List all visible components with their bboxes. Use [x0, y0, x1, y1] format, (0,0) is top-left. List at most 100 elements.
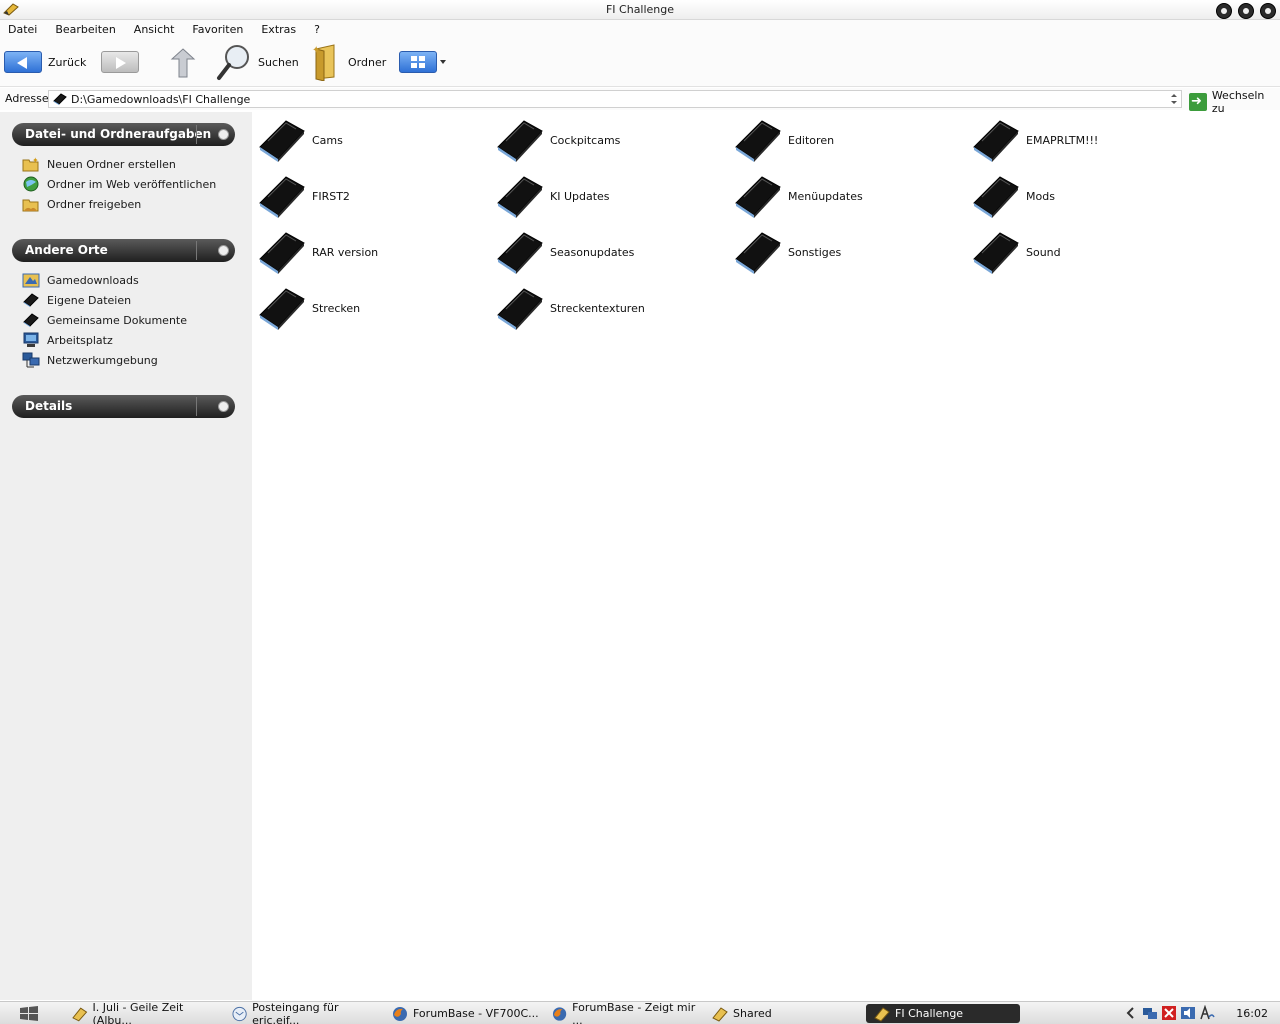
antivirus-icon[interactable] [1161, 1005, 1177, 1021]
volume-icon[interactable] [1180, 1005, 1196, 1021]
close-button[interactable] [1260, 3, 1276, 19]
collapse-icon[interactable] [218, 129, 229, 140]
folder-label: Sonstiges [788, 245, 842, 259]
menu-extras[interactable]: Extras [261, 20, 296, 39]
folder-icon [735, 232, 781, 274]
folder-icon [735, 176, 781, 218]
go-arrow-icon [1189, 93, 1207, 111]
folder-item[interactable]: Mods [970, 171, 1200, 221]
folders-icon: ✦ [312, 44, 335, 81]
task-new-folder[interactable]: ✦ Neuen Ordner erstellen [22, 154, 216, 174]
taskbar-item-label: ForumBase - Zeigt mir ... [572, 1000, 696, 1024]
folder-label: Editoren [788, 133, 835, 147]
taskbar-item[interactable]: Shared [712, 1004, 862, 1023]
expand-icon[interactable] [218, 401, 229, 412]
place-my-documents[interactable]: Eigene Dateien [22, 290, 187, 310]
folder-item[interactable]: KI Updates [494, 171, 724, 221]
folder-icon [973, 232, 1019, 274]
folder-item[interactable]: Menüupdates [732, 171, 962, 221]
display-icon[interactable] [1199, 1005, 1215, 1021]
forward-arrow-icon [116, 57, 126, 69]
folder-label: Cockpitcams [550, 133, 621, 147]
collapse-icon[interactable] [218, 245, 229, 256]
address-dropdown-icon[interactable] [1169, 92, 1179, 106]
up-button[interactable] [170, 47, 196, 79]
folder-item[interactable]: Editoren [732, 115, 962, 165]
folder-item[interactable]: Cockpitcams [494, 115, 724, 165]
maximize-button[interactable] [1238, 3, 1254, 19]
place-label: Arbeitsplatz [47, 333, 113, 347]
folder-label: FIRST2 [312, 189, 350, 203]
folder-item[interactable]: EMAPRLTM!!! [970, 115, 1200, 165]
search-icon [217, 45, 249, 80]
taskbar-item-label: ForumBase - VF700C... [413, 1007, 539, 1020]
folder-icon [712, 1006, 728, 1022]
menu-bar: Datei Bearbeiten Ansicht Favoriten Extra… [0, 20, 1280, 39]
panel-title-details: Details [25, 399, 73, 413]
network-icon[interactable] [1142, 1005, 1158, 1021]
folders-label: Ordner [348, 55, 387, 69]
taskbar-item[interactable]: I. Juli - Geile Zeit (Albu... [72, 1001, 222, 1024]
folder-item[interactable]: Sound [970, 227, 1200, 277]
folder-icon [497, 288, 543, 330]
folders-button[interactable]: ✦ Ordner [310, 43, 386, 81]
taskbar-item[interactable]: ForumBase - VF700C... [392, 1004, 542, 1023]
menu-datei[interactable]: Datei [8, 20, 37, 39]
panel-header-details[interactable]: Details [12, 395, 235, 418]
place-label: Netzwerkumgebung [47, 353, 158, 367]
chevron-down-icon[interactable] [440, 60, 446, 64]
window-title: FI Challenge [605, 3, 675, 16]
minimize-button[interactable] [1216, 3, 1232, 19]
taskbar-item[interactable]: Posteingang für eric.eif... [232, 1001, 382, 1024]
taskbar-item-active[interactable]: FI Challenge [866, 1004, 1020, 1023]
address-input[interactable]: D:\Gamedownloads\FI Challenge [48, 90, 1182, 108]
title-bar: FI Challenge [0, 0, 1280, 20]
taskbar-item[interactable]: ForumBase - Zeigt mir ... [552, 1000, 702, 1024]
place-label: Gamedownloads [47, 273, 139, 287]
start-button[interactable] [18, 1005, 40, 1021]
place-gamedownloads[interactable]: Gamedownloads [22, 270, 187, 290]
panel-header-places[interactable]: Andere Orte [12, 239, 235, 262]
place-label: Eigene Dateien [47, 293, 132, 307]
web-publish-icon [23, 176, 39, 192]
view-button[interactable] [399, 51, 446, 73]
task-list: ✦ Neuen Ordner erstellen Ordner im Web v… [22, 154, 216, 214]
menu-help[interactable]: ? [314, 20, 320, 39]
svg-text:✦: ✦ [32, 156, 39, 165]
folder-item[interactable]: FIRST2 [256, 171, 486, 221]
task-pane: Datei- und Ordneraufgaben ✦ Neuen Ordner… [0, 112, 252, 1000]
back-label: Zurück [48, 55, 87, 69]
back-button[interactable]: Zurück [4, 51, 86, 73]
menu-bearbeiten[interactable]: Bearbeiten [55, 20, 115, 39]
task-share-folder[interactable]: Ordner freigeben [22, 194, 216, 214]
folder-label: EMAPRLTM!!! [1026, 133, 1099, 147]
forward-button[interactable] [101, 51, 139, 73]
folder-item[interactable]: Seasonupdates [494, 227, 724, 277]
folder-item[interactable]: Strecken [256, 283, 486, 333]
place-network[interactable]: Netzwerkumgebung [22, 350, 187, 370]
folder-icon [259, 232, 305, 274]
folder-item[interactable]: RAR version [256, 227, 486, 277]
panel-header-tasks[interactable]: Datei- und Ordneraufgaben [12, 123, 235, 146]
up-arrow-icon [170, 48, 196, 78]
address-label: Adresse [5, 92, 49, 105]
folder-label: Seasonupdates [550, 245, 635, 259]
task-publish-web[interactable]: Ordner im Web veröffentlichen [22, 174, 216, 194]
taskbar: I. Juli - Geile Zeit (Albu... Posteingan… [0, 1001, 1280, 1024]
search-button[interactable]: Suchen [216, 43, 299, 81]
place-my-computer[interactable]: Arbeitsplatz [22, 330, 187, 350]
chevron-left-icon[interactable] [1123, 1005, 1139, 1021]
menu-favoriten[interactable]: Favoriten [192, 20, 243, 39]
folder-item[interactable]: Streckentexturen [494, 283, 724, 333]
folder-icon [973, 120, 1019, 162]
panel-title-tasks: Datei- und Ordneraufgaben [25, 127, 212, 141]
folder-item[interactable]: Cams [256, 115, 486, 165]
folder-label: Strecken [312, 301, 361, 315]
panel-title-places: Andere Orte [25, 243, 108, 257]
view-grid-icon [411, 56, 425, 68]
place-shared-documents[interactable]: Gemeinsame Dokumente [22, 310, 187, 330]
menu-ansicht[interactable]: Ansicht [134, 20, 175, 39]
folder-icon [874, 1006, 890, 1022]
folder-icon [973, 176, 1019, 218]
folder-item[interactable]: Sonstiges [732, 227, 962, 277]
